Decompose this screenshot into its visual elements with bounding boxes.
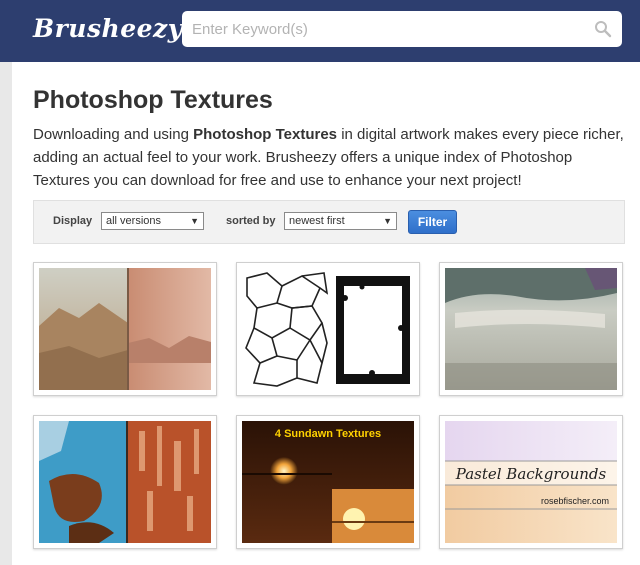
dropdown-arrow-icon: ▼	[383, 216, 392, 226]
thumbnail-image	[39, 268, 211, 390]
dropdown-arrow-icon: ▼	[190, 216, 199, 226]
thumbnail-caption: Pastel Backgrounds	[455, 465, 607, 483]
filter-button[interactable]: Filter	[408, 210, 457, 234]
search-box	[182, 11, 622, 47]
thumbnail-image: 4 Sundawn Textures	[242, 421, 414, 543]
thumbnail-image	[39, 421, 211, 543]
top-bar: Brusheezy	[0, 0, 640, 62]
main-content: Photoshop Textures Downloading and using…	[12, 62, 640, 565]
thumbnail-image: Pastel Backgrounds rosebfischer.com	[445, 421, 617, 543]
sort-select[interactable]: newest first ▼	[284, 212, 397, 230]
thumbnail-grunge-concrete-texture[interactable]	[439, 262, 623, 396]
thumbnail-rust-blue-texture[interactable]	[33, 415, 217, 549]
sort-label: sorted by	[226, 215, 276, 227]
sort-select-value: newest first	[289, 215, 345, 227]
description-keyword: Photoshop Textures	[193, 126, 338, 143]
search-icon[interactable]	[594, 20, 612, 38]
page-description: Downloading and using Photoshop Textures…	[33, 123, 628, 192]
description-intro: Downloading and using	[33, 126, 194, 143]
thumbnail-sundawn-textures[interactable]: 4 Sundawn Textures	[236, 415, 420, 549]
thumbnail-credit: rosebfischer.com	[541, 496, 609, 506]
thumbnail-image	[445, 268, 617, 390]
thumbnail-cracked-frame-texture[interactable]	[236, 262, 420, 396]
filter-bar: Display all versions ▼ sorted by newest …	[33, 200, 625, 244]
brusheezy-logo[interactable]: Brusheezy	[33, 14, 183, 43]
thumbnail-caption: 4 Sundawn Textures	[275, 428, 381, 440]
display-label: Display	[53, 215, 93, 227]
page-title: Photoshop Textures	[33, 86, 273, 114]
thumbnail-pastel-backgrounds[interactable]: Pastel Backgrounds rosebfischer.com	[439, 415, 623, 549]
thumbnail-image	[242, 268, 414, 390]
search-input[interactable]	[192, 11, 587, 47]
display-select[interactable]: all versions ▼	[101, 212, 204, 230]
display-select-value: all versions	[106, 215, 162, 227]
thumbnail-mountain-texture[interactable]	[33, 262, 217, 396]
